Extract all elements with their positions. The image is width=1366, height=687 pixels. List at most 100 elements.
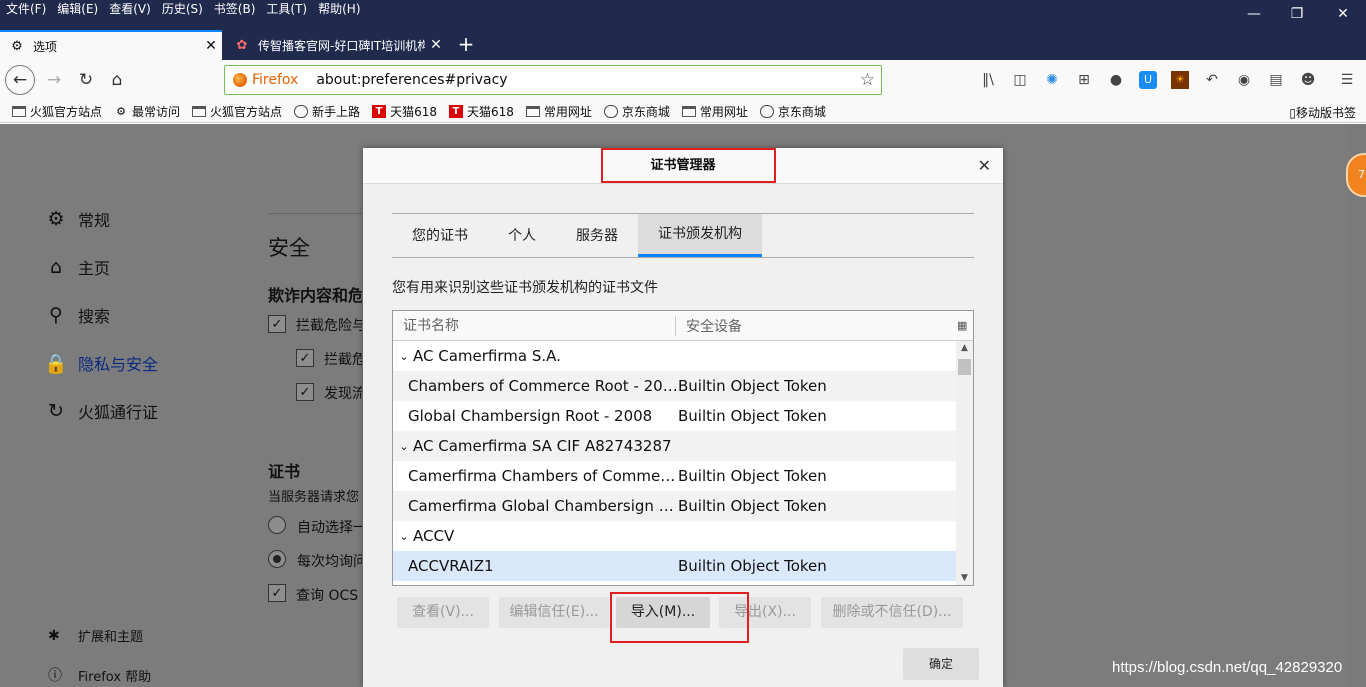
tab-servers[interactable]: 服务器 xyxy=(556,214,638,257)
certificate-tree[interactable]: 证书名称 安全设备 ▦ ⌄ AC Camerfirma S.A. Chamber… xyxy=(392,310,974,586)
bookmark-item[interactable]: 常用网址 xyxy=(525,103,592,120)
undo-icon[interactable]: ↶ xyxy=(1203,71,1221,89)
sidebar-extensions-label: 扩展和主题 xyxy=(78,630,144,645)
tree-row-cert[interactable]: Camerfirma Chambers of Commerce Root Bui… xyxy=(393,461,957,491)
view-button[interactable]: 查看(V)... xyxy=(397,597,489,628)
sidebar-extensions[interactable]: ✱ 扩展和主题 xyxy=(48,626,144,646)
edit-trust-button[interactable]: 编辑信任(E)... xyxy=(499,597,609,628)
ok-button[interactable]: 确定 xyxy=(903,648,979,680)
u-extension-icon[interactable]: U xyxy=(1139,71,1157,89)
scroll-up-icon[interactable]: ▲ xyxy=(956,343,973,353)
firefox-icon xyxy=(233,73,247,87)
bookmark-item[interactable]: 火狐官方站点 xyxy=(192,103,282,120)
sidebar-item-home[interactable]: ⌂ 主页 xyxy=(44,255,110,279)
tab-your-certs[interactable]: 您的证书 xyxy=(392,214,488,257)
tab-close-icon[interactable]: ✕ xyxy=(425,37,447,53)
chat-icon[interactable]: ● xyxy=(1107,71,1125,89)
tree-row-cert[interactable]: Global Chambersign Root - 2008 Builtin O… xyxy=(393,401,957,431)
back-icon[interactable]: ← xyxy=(5,65,35,95)
puzzle-icon: ✱ xyxy=(48,627,60,644)
bookmark-item[interactable]: T 天猫618 xyxy=(448,103,514,120)
mobile-bookmarks[interactable]: ▯移动版书签 xyxy=(1289,104,1356,121)
tree-scrollbar[interactable]: ▲ ▼ xyxy=(956,341,973,585)
bookmark-star-icon[interactable]: ☆ xyxy=(860,70,875,90)
tree-header: 证书名称 安全设备 ▦ xyxy=(393,311,973,341)
extension-bug-icon[interactable]: ✺ xyxy=(1043,71,1061,89)
bookmark-item[interactable]: 常用网址 xyxy=(681,103,748,120)
forward-icon[interactable]: → xyxy=(40,66,68,94)
bookmark-item[interactable]: T 天猫618 xyxy=(372,103,437,120)
screenshot-crop-icon[interactable]: ⊞ xyxy=(1075,71,1093,89)
tree-row-group[interactable]: ⌄ ACCV xyxy=(393,521,957,551)
sidebar-item-privacy[interactable]: 🔒 隐私与安全 xyxy=(44,351,158,375)
tree-row-group[interactable]: ⌄ AC Camerfirma S.A. xyxy=(393,341,957,371)
auto-select-radio[interactable] xyxy=(268,516,286,534)
tab-people[interactable]: 个人 xyxy=(488,214,556,257)
query-ocsp-checkbox[interactable]: ✓ xyxy=(268,584,286,602)
close-icon[interactable]: ✕ xyxy=(978,156,991,175)
bookmark-item[interactable]: 京东商城 xyxy=(603,103,670,120)
sidebar-item-general[interactable]: ⚙ 常规 xyxy=(44,207,110,231)
sidebar-item-sync[interactable]: ↻ 火狐通行证 xyxy=(44,399,158,423)
url-text[interactable]: about:preferences#privacy xyxy=(316,72,507,88)
tree-row-cert[interactable]: Chambers of Commerce Root - 2008 Builtin… xyxy=(393,371,957,401)
menu-tools[interactable]: 工具(T) xyxy=(266,0,307,20)
menu-bookmarks[interactable]: 书签(B) xyxy=(214,0,256,20)
column-picker-icon[interactable]: ▦ xyxy=(957,319,973,332)
restore-icon[interactable]: ❐ xyxy=(1274,0,1320,30)
window-close-icon[interactable]: ✕ xyxy=(1320,0,1366,30)
chevron-down-icon[interactable]: ⌄ xyxy=(395,350,413,363)
account-icon[interactable]: ☻ xyxy=(1299,71,1317,89)
cert-name: Chambers of Commerce Root - 2008 xyxy=(408,377,678,395)
home-icon[interactable]: ⌂ xyxy=(103,66,131,94)
menu-history[interactable]: 历史(S) xyxy=(162,0,203,20)
sun-extension-icon[interactable]: ☀ xyxy=(1171,71,1189,89)
bookmark-label: 火狐官方站点 xyxy=(210,104,283,119)
chevron-down-icon[interactable]: ⌄ xyxy=(395,440,413,453)
bookmark-item[interactable]: 新手上路 xyxy=(294,103,360,120)
sidebar-item-search[interactable]: ⚲ 搜索 xyxy=(44,303,110,327)
minimize-icon[interactable]: — xyxy=(1231,0,1277,30)
block-dangerous-checkbox[interactable]: ✓ xyxy=(268,315,286,333)
column-security-device[interactable]: 安全设备 xyxy=(676,316,957,336)
delete-distrust-button[interactable]: 删除或不信任(D)... xyxy=(821,597,963,628)
menu-help[interactable]: 帮助(H) xyxy=(318,0,360,20)
document-icon[interactable]: ▤ xyxy=(1267,71,1285,89)
warn-sub-checkbox[interactable]: ✓ xyxy=(296,383,314,401)
tree-row-cert[interactable]: Camerfirma Global Chambersign Root Built… xyxy=(393,491,957,521)
cert-name: Global Chambersign Root - 2008 xyxy=(408,407,653,425)
tree-row-group[interactable]: ⌄ AC Camerfirma SA CIF A82743287 xyxy=(393,431,957,461)
tab-options[interactable]: ⚙ 选项 ✕ xyxy=(0,30,222,60)
reload-icon[interactable]: ↻ xyxy=(72,66,100,94)
tab-authorities[interactable]: 证书颁发机构 xyxy=(638,214,762,257)
tree-row-cert-selected[interactable]: ACCVRAIZ1 Builtin Object Token xyxy=(393,551,957,581)
bookmark-label: 京东商城 xyxy=(621,104,670,119)
page-scrollbar[interactable] xyxy=(1349,124,1366,687)
new-tab-icon[interactable]: + xyxy=(453,30,479,60)
globe-icon xyxy=(759,104,774,118)
hamburger-menu-icon[interactable]: ☰ xyxy=(1338,71,1356,89)
sidebar-help[interactable]: ⓘ Firefox 帮助 xyxy=(48,665,151,685)
chevron-down-icon[interactable]: ⌄ xyxy=(395,530,413,543)
ask-every-radio[interactable] xyxy=(268,550,286,568)
tab-itcast[interactable]: ✿ 传智播客官网-好口碑IT培训机构 ✕ xyxy=(225,30,447,60)
menu-edit[interactable]: 编辑(E) xyxy=(57,0,98,20)
block-sub-checkbox[interactable]: ✓ xyxy=(296,349,314,367)
scroll-thumb[interactable] xyxy=(958,359,971,375)
sidebar-icon[interactable]: ◫ xyxy=(1011,71,1029,89)
bookmark-item[interactable]: ⚙ 最常访问 xyxy=(114,103,180,120)
url-bar[interactable]: Firefox about:preferences#privacy ☆ xyxy=(224,65,882,95)
deceptive-heading: 欺诈内容和危 xyxy=(268,286,362,305)
scroll-down-icon[interactable]: ▼ xyxy=(956,573,973,583)
warn-sub-label: 发现流 xyxy=(324,386,362,402)
menu-file[interactable]: 文件(F) xyxy=(6,0,46,20)
bookmark-item[interactable]: 火狐官方站点 xyxy=(12,103,102,120)
tab-close-icon[interactable]: ✕ xyxy=(200,38,222,54)
menu-view[interactable]: 查看(V) xyxy=(109,0,151,20)
bookmarks-bar: 火狐官方站点 ⚙ 最常访问 火狐官方站点 新手上路 T 天猫618 T 天猫618 常… xyxy=(0,100,1366,123)
bookmark-item[interactable]: 京东商城 xyxy=(759,103,826,120)
cert-device: Builtin Object Token xyxy=(678,497,827,515)
column-cert-name[interactable]: 证书名称 xyxy=(393,315,676,336)
mask-icon[interactable]: ◉ xyxy=(1235,71,1253,89)
library-icon[interactable]: ‖\ xyxy=(979,71,997,89)
